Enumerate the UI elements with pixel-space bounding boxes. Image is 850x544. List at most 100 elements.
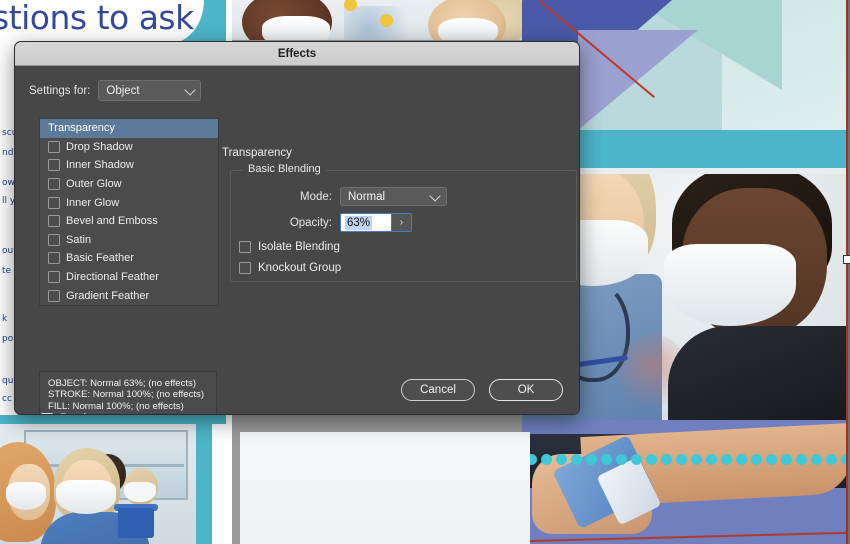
decorative-dot <box>706 454 717 465</box>
text-block-panel[interactable]: Ximus endunt hariam, sitatat empore sita… <box>240 432 530 544</box>
effect-checkbox[interactable] <box>48 289 60 302</box>
knockout-group-row[interactable]: Knockout Group <box>239 262 341 274</box>
effect-checkbox[interactable] <box>48 233 60 246</box>
effect-label: Satin <box>66 233 92 246</box>
isolate-blending-row[interactable]: Isolate Blending <box>239 241 340 253</box>
decorative-dot <box>556 454 567 465</box>
effects-list-item[interactable]: Inner Glow <box>40 193 218 212</box>
effects-list-item[interactable]: Gradient Feather <box>40 286 218 305</box>
isolate-blending-checkbox[interactable] <box>239 241 251 253</box>
chevron-down-icon <box>429 189 441 202</box>
effect-checkbox[interactable] <box>48 215 60 228</box>
effect-label: Transparency <box>48 122 115 135</box>
decorative-dot <box>721 454 732 465</box>
decorative-dot <box>781 454 792 465</box>
effects-list-item[interactable]: Drop Shadow <box>40 138 218 157</box>
effect-label: Directional Feather <box>66 271 159 284</box>
photo-face-mask <box>124 482 156 502</box>
effects-list[interactable]: Transparency Drop Shadow Inner Shadow Outer… <box>39 118 219 306</box>
decorative-dot <box>646 454 657 465</box>
chevron-down-icon <box>184 83 197 96</box>
knockout-group-label: Knockout Group <box>258 262 342 274</box>
decorative-dot <box>766 454 777 465</box>
effects-summary-line: FILL: Normal 100%; (no effects) <box>48 400 184 412</box>
selection-handle[interactable] <box>843 255 850 264</box>
photo-face-mask <box>664 244 796 326</box>
mode-label: Mode: <box>300 190 332 203</box>
settings-for-dropdown[interactable]: Object <box>98 80 202 101</box>
photo-bottom-left[interactable] <box>0 424 196 544</box>
effects-list-item[interactable]: Inner Shadow <box>40 156 218 175</box>
effect-checkbox[interactable] <box>48 271 60 284</box>
settings-for-label: Settings for: <box>29 84 91 97</box>
effects-list-item[interactable]: Directional Feather <box>40 268 218 287</box>
effects-list-item[interactable]: Bevel and Emboss <box>40 212 218 231</box>
decorative-dot <box>661 454 672 465</box>
decorative-dot <box>796 454 807 465</box>
effects-summary-line: STROKE: Normal 100%; (no effects) <box>48 389 205 401</box>
left-text-line: te <box>2 266 12 276</box>
knockout-group-checkbox[interactable] <box>239 262 251 274</box>
effect-checkbox[interactable] <box>48 252 60 265</box>
blend-mode-value: Normal <box>348 190 386 203</box>
cancel-button[interactable]: Cancel <box>401 379 475 401</box>
teal-top-bar <box>0 415 230 424</box>
dialog-title: Effects <box>277 47 317 60</box>
photo-top-strip[interactable] <box>232 0 522 40</box>
decorative-dot <box>616 454 627 465</box>
photo-face-mask <box>438 18 498 40</box>
document-headline: stions to ask <box>0 0 194 37</box>
isolate-blending-label: Isolate Blending <box>258 241 340 253</box>
ok-button[interactable]: OK <box>489 379 563 401</box>
teal-side-bar <box>196 424 212 544</box>
dialog-button-row: Cancel OK <box>401 379 563 401</box>
dialog-body: Settings for: Object Transparency Drop Sh… <box>15 66 579 414</box>
preview-row[interactable]: Preview <box>41 413 101 414</box>
settings-for-row: Settings for: Object <box>29 80 202 101</box>
effects-dialog[interactable]: Effects Settings for: Object Transparenc… <box>14 41 580 415</box>
opacity-input[interactable]: 63% › <box>340 213 412 232</box>
photo-accent-dot <box>380 14 393 27</box>
decorative-dot <box>811 454 822 465</box>
decorative-dot <box>541 454 552 465</box>
photo-shirt <box>668 326 850 420</box>
effect-label: Drop Shadow <box>66 140 133 153</box>
basic-blending-group: Basic Blending Mode: Normal Opacity: 63%… <box>230 163 577 282</box>
dialog-titlebar[interactable]: Effects <box>15 42 579 66</box>
blend-mode-dropdown[interactable]: Normal <box>340 187 447 206</box>
left-text-line: cc <box>2 394 12 404</box>
settings-for-value: Object <box>106 84 140 97</box>
effects-list-item[interactable]: Outer Glow <box>40 175 218 194</box>
effects-list-item[interactable]: Satin <box>40 231 218 250</box>
opacity-value: 63% <box>345 215 373 230</box>
opacity-label: Opacity: <box>289 216 332 229</box>
effects-list-item[interactable]: Basic Feather <box>40 249 218 268</box>
decorative-dot <box>676 454 687 465</box>
left-text-line: k <box>2 314 8 324</box>
effect-checkbox[interactable] <box>48 159 60 172</box>
effect-checkbox[interactable] <box>48 140 60 153</box>
left-text-line: ow <box>2 178 15 188</box>
opacity-row: Opacity: 63% › <box>254 213 554 232</box>
decorative-dot <box>691 454 702 465</box>
white-side-bar <box>212 424 226 544</box>
group-legend: Basic Blending <box>243 163 326 175</box>
effect-label: Outer Glow <box>66 178 122 191</box>
effect-label: Inner Glow <box>66 196 120 209</box>
decorative-dot <box>826 454 837 465</box>
left-text-line: nd <box>2 148 14 158</box>
photo-lower-right[interactable] <box>522 420 850 544</box>
screen: stions to ask scu nd ow ll y ou te k po … <box>0 0 850 544</box>
mode-row: Mode: Normal <box>254 187 554 206</box>
effect-label: Bevel and Emboss <box>66 215 158 228</box>
preview-checkbox[interactable] <box>41 413 53 414</box>
effects-list-item[interactable]: Transparency <box>40 119 218 138</box>
effect-checkbox[interactable] <box>48 178 60 191</box>
decorative-dot <box>571 454 582 465</box>
panel-title: Transparency <box>222 147 292 159</box>
effect-label: Inner Shadow <box>66 159 134 172</box>
effect-checkbox[interactable] <box>48 196 60 209</box>
chevron-right-icon[interactable]: › <box>391 214 411 231</box>
decorative-dot <box>736 454 747 465</box>
effect-label: Gradient Feather <box>66 289 150 302</box>
